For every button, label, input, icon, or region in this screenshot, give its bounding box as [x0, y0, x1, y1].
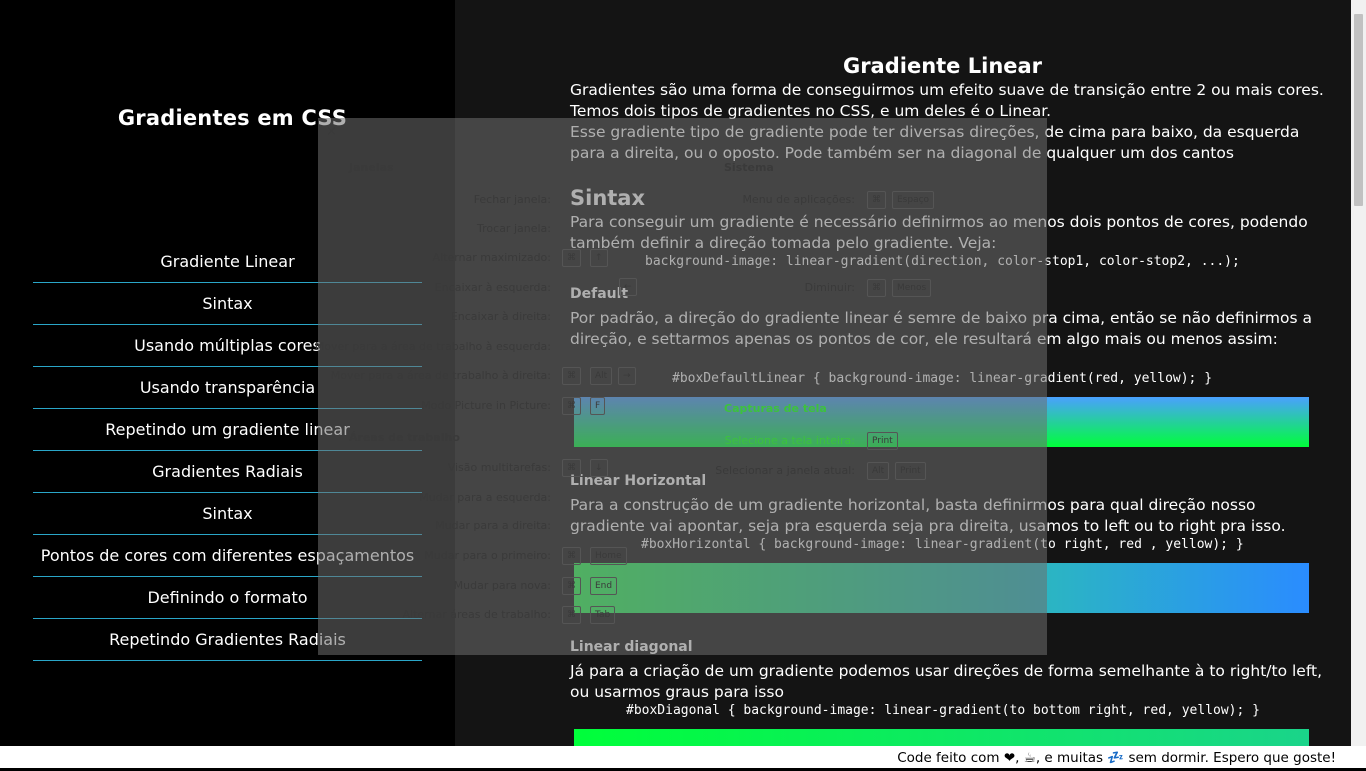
shortcut-key: ↓: [590, 459, 608, 477]
shortcut-key: ⌘: [562, 367, 581, 385]
shortcut-label: Alternar maximizado:: [432, 251, 551, 264]
shortcut-label: Diminuir:: [804, 281, 855, 294]
scrollbar[interactable]: [1351, 0, 1366, 746]
shortcut-key: ⌘: [867, 191, 886, 209]
areas-header: Áreas de trabalho: [349, 431, 460, 444]
capturas-header: Capturas de tela: [724, 402, 827, 415]
shortcut-key: Print: [895, 462, 926, 480]
shortcut-label: Menu de aplicações:: [742, 193, 855, 206]
shortcut-key: Tab: [590, 606, 616, 624]
footer-text: Code feito com ❤, ☕, e muitas 💤 sem dorm…: [897, 750, 1336, 766]
diagonal-gradient-box: [574, 729, 1309, 746]
shortcut-label: Mudar para a esquerda:: [419, 491, 551, 504]
shortcut-key: ⌘: [562, 577, 581, 595]
shortcut-key: ↑: [590, 249, 608, 267]
diagonal-paragraph: Já para a criação de um gradiente podemo…: [570, 662, 1323, 701]
shortcut-label: Encaixar à direita:: [450, 310, 551, 323]
shortcut-label: Mover para a área de trabalho à esquerda…: [314, 340, 551, 353]
shortcut-label: Trocar janela:: [477, 222, 551, 235]
shortcut-key: ⌘: [867, 279, 886, 297]
janelas-header: Janelas: [349, 161, 394, 174]
shortcut-label: Fechar janela:: [473, 193, 551, 206]
shortcut-key: End: [590, 577, 618, 595]
shortcut-label: Alternar áreas de trabalho:: [402, 608, 552, 621]
page-title: Gradiente Linear: [842, 54, 1043, 78]
diagonal-code: #boxDiagonal { background-image: linear-…: [626, 703, 1260, 718]
shortcut-label: Selecione a tela inteira:: [724, 434, 855, 447]
shortcut-key: Espaço: [892, 191, 935, 209]
scrollbar-thumb[interactable]: [1354, 14, 1363, 206]
shortcut-key: Home: [590, 547, 627, 565]
shortcut-key: ⌘: [562, 397, 581, 415]
shortcut-key: Print: [867, 432, 898, 450]
shortcut-label: Mudar para o primeiro:: [424, 549, 551, 562]
shortcut-key: ←: [619, 278, 637, 296]
shortcut-label: Modo Picture in Picture:: [421, 399, 551, 412]
shortcut-label: Encaixar à esquerda:: [434, 281, 551, 294]
shortcut-label: Mover para a área de trabalho à direita:: [330, 369, 551, 382]
shortcut-label: Selecionar a janela atual:: [715, 464, 855, 477]
shortcut-key: ⌘: [562, 249, 581, 267]
shortcut-label: Mudar para a direita:: [435, 519, 551, 532]
shortcut-key: →: [618, 367, 636, 385]
shortcut-label: Visão multitarefas:: [447, 461, 551, 474]
footer: Code feito com ❤, ☕, e muitas 💤 sem dorm…: [0, 746, 1366, 768]
shortcut-key: ⌘: [562, 606, 581, 624]
shortcut-key: Menos: [892, 279, 932, 297]
shortcut-key: F: [590, 397, 606, 415]
close-icon[interactable]: ×: [326, 124, 337, 139]
intro-text-1: Gradientes são uma forma de conseguirmos…: [570, 81, 1324, 120]
shortcut-key: Alt: [867, 462, 890, 480]
shortcut-label: Mudar para nova:: [453, 579, 551, 592]
shortcut-key: Alt: [590, 367, 613, 385]
sistema-header: Sistema: [724, 161, 774, 174]
shortcut-key: ⌘: [562, 459, 581, 477]
shortcuts-overlay: × Janelas Sistema Fechar janela: Trocar …: [314, 118, 1047, 655]
shortcut-key: ⌘: [562, 547, 581, 565]
